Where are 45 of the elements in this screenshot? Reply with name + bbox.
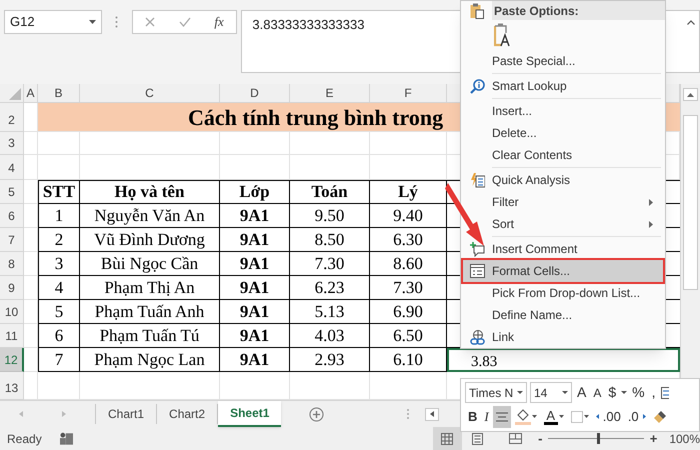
column-heading: Lý: [370, 180, 447, 204]
table-cell: 9A1: [220, 324, 290, 348]
table-cell: 1: [38, 204, 80, 228]
table-cell: 4.03: [290, 324, 370, 348]
table-cell: 9.40: [370, 204, 447, 228]
table-cell: 6.50: [370, 324, 447, 348]
table-cell: Phạm Thị An: [80, 276, 220, 300]
table-cell: 9.50: [290, 204, 370, 228]
menu-section-header: Paste Options:: [492, 1, 665, 20]
table-cell: 3: [38, 252, 80, 276]
table-cell: 5.13: [290, 300, 370, 324]
zoom-percentage: 100%: [669, 430, 700, 448]
table-cell: Nguyễn Văn An: [80, 204, 220, 228]
table-cell: 9A1: [220, 204, 290, 228]
table-cell: 8.60: [370, 252, 447, 276]
table-cell: 6.30: [370, 228, 447, 252]
table-cell: Phạm Tuấn Tú: [80, 324, 220, 348]
table-cell: 9A1: [220, 252, 290, 276]
table-cell: 6.90: [370, 300, 447, 324]
table-cell: 9A1: [220, 300, 290, 324]
status-text: Ready: [7, 430, 42, 448]
table-cell: Vũ Đình Dương: [80, 228, 220, 252]
column-heading: Toán: [290, 180, 370, 204]
sheet-title: Cách tính trung bình trong: [188, 104, 444, 132]
table-cell: 4: [38, 276, 80, 300]
table-cell: 7.30: [370, 276, 447, 300]
table-cell: 6: [38, 324, 80, 348]
table-cell: 8.50: [290, 228, 370, 252]
active-cell-value: 3.83: [471, 355, 498, 370]
table-cell: 9A1: [220, 348, 290, 372]
table-cell: Phạm Tuấn Anh: [80, 300, 220, 324]
table-cell: 9A1: [220, 228, 290, 252]
column-heading: Lớp: [220, 180, 290, 204]
table-cell: 2: [38, 228, 80, 252]
column-heading: STT: [38, 180, 80, 204]
table-cell: 6.23: [290, 276, 370, 300]
table-cell: Bùi Ngọc Cần: [80, 252, 220, 276]
table-cell: 6.10: [370, 348, 447, 372]
column-heading: Họ và tên: [80, 180, 220, 204]
table-cell: 2.93: [290, 348, 370, 372]
table-cell: 7: [38, 348, 80, 372]
table-cell: 9A1: [220, 276, 290, 300]
table-cell: Phạm Ngọc Lan: [80, 348, 220, 372]
table-cell: 5: [38, 300, 80, 324]
table-cell: 7.30: [290, 252, 370, 276]
